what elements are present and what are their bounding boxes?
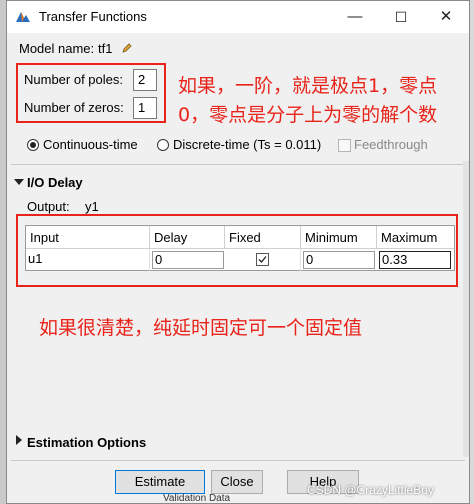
discrete-time-label: Discrete-time (Ts = 0.011) [173,137,322,152]
fixed-checkbox-icon[interactable] [256,253,269,266]
transfer-functions-dialog: Transfer Functions — ☐ ✕ Model name: tf1… [6,0,470,504]
annotation-note-line2: 0，零点是分子上为零的解个数 [178,104,438,126]
poles-input[interactable]: 2 [133,69,157,91]
background-validation-data-label: Validation Data [163,493,231,504]
continuous-time-label: Continuous-time [43,137,138,152]
output-label: Output: [27,199,70,214]
annotation-note-delay: 如果很清楚，纯延时固定可一个固定值 [39,317,363,339]
watermark: CSDN @CrazyLittleBoy [307,483,434,497]
model-name-label: Model name: [19,41,95,56]
zeros-label: Number of zeros: [24,100,124,115]
collapse-arrow-icon[interactable] [14,179,24,185]
estimation-options-header[interactable]: Estimation Options [27,435,146,450]
io-delay-section-header[interactable]: I/O Delay [27,175,83,190]
poles-label: Number of poles: [24,72,123,87]
continuous-time-radio[interactable] [27,139,39,151]
feedthrough-label: Feedthrough [354,137,428,152]
edit-pencil-icon[interactable] [121,42,133,54]
model-name-value: tf1 [98,41,113,56]
table-cell-maximum[interactable]: 0.33 [379,251,451,269]
table-cell-minimum[interactable]: 0 [303,251,375,269]
table-cell-fixed [225,249,301,271]
feedthrough-checkbox[interactable] [338,139,351,152]
annotation-note-line1: 如果，一阶，就是极点1，零点 [178,75,438,97]
column-header-maximum[interactable]: Maximum [377,226,454,249]
window-title: Transfer Functions [39,9,147,24]
estimate-button[interactable]: Estimate [115,470,205,494]
maximize-button[interactable]: ☐ [378,1,424,33]
column-header-input[interactable]: Input [26,226,150,249]
column-header-delay[interactable]: Delay [150,226,225,249]
title-bar: Transfer Functions — ☐ ✕ [7,1,469,33]
zeros-input[interactable]: 1 [133,97,157,119]
discrete-time-radio[interactable] [157,139,169,151]
column-header-fixed[interactable]: Fixed [225,226,301,249]
close-window-button[interactable]: ✕ [423,1,469,33]
scrollbar[interactable] [463,161,469,457]
expand-arrow-icon[interactable] [16,435,22,445]
table-cell-delay[interactable]: 0 [152,251,224,269]
matlab-app-icon [16,12,30,22]
divider [11,164,465,165]
minimize-button[interactable]: — [332,1,378,33]
column-header-minimum[interactable]: Minimum [301,226,377,249]
divider [11,460,465,461]
output-value: y1 [85,199,99,214]
io-delay-table: Input Delay Fixed Minimum Maximum u1 0 0… [25,225,455,271]
table-cell-input: u1 [26,249,150,271]
close-button[interactable]: Close [211,470,263,494]
